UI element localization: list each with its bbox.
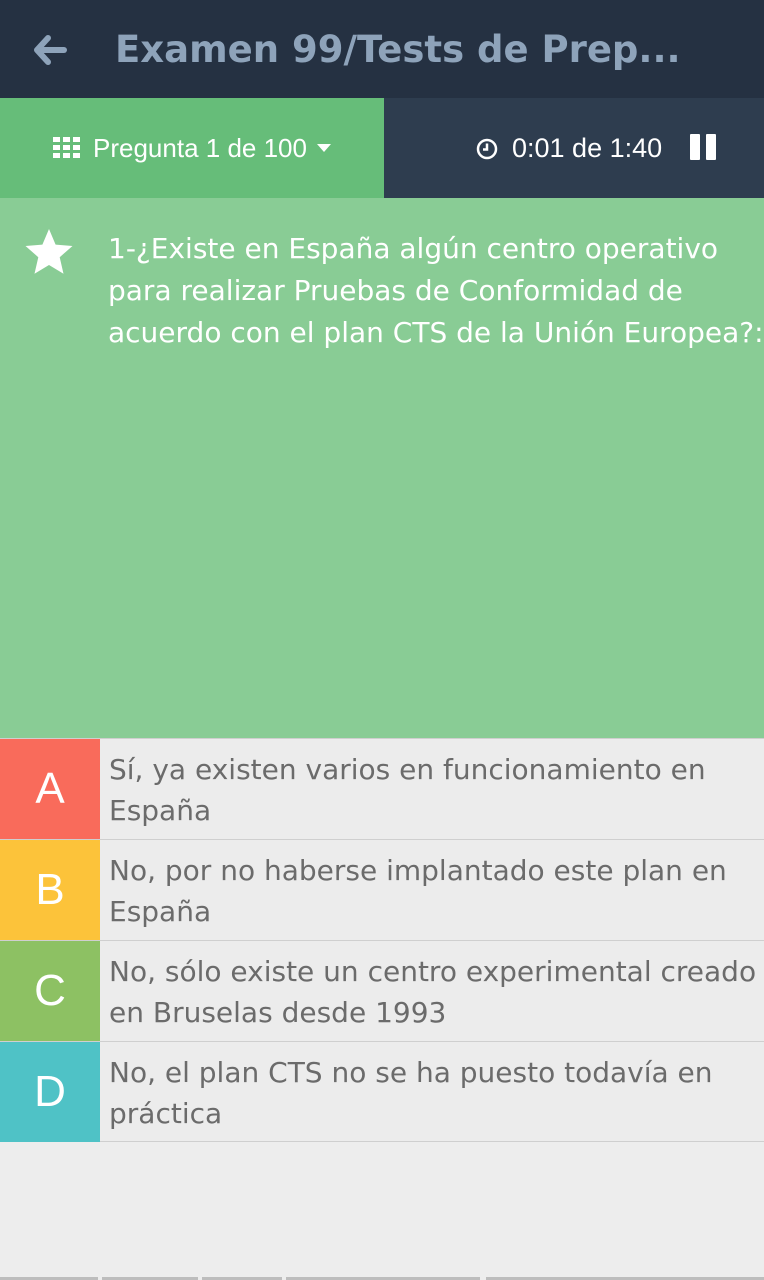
answer-option-b[interactable]: B No, por no haberse implantado este pla… bbox=[0, 839, 764, 940]
pause-button[interactable] bbox=[690, 134, 720, 162]
answer-text: Sí, ya existen varios en funcionamiento … bbox=[109, 753, 706, 827]
app-bar: Examen 99/Tests de Prep... bbox=[0, 0, 764, 98]
answer-letter: A bbox=[0, 739, 100, 839]
timer: 0:01 de 1:40 bbox=[384, 98, 764, 198]
favorite-button[interactable] bbox=[22, 226, 76, 280]
question-text: 1-¿Existe en España algún centro operati… bbox=[108, 232, 764, 349]
grid-icon bbox=[53, 137, 81, 159]
pause-icon bbox=[690, 134, 700, 160]
answer-option-d[interactable]: D No, el plan CTS no se ha puesto todaví… bbox=[0, 1041, 764, 1142]
answer-text: No, sólo existe un centro experimental c… bbox=[109, 955, 757, 1029]
page-title: Examen 99/Tests de Prep... bbox=[115, 28, 681, 71]
question-counter: Pregunta 1 de 100 bbox=[93, 132, 307, 163]
exam-screen: Examen 99/Tests de Prep... Pregunta 1 de… bbox=[0, 0, 764, 1280]
answer-letter: C bbox=[0, 941, 100, 1041]
star-icon bbox=[25, 229, 73, 274]
question-toolbar: Pregunta 1 de 100 0:01 de 1:40 bbox=[0, 98, 764, 198]
answer-option-a[interactable]: A Sí, ya existen varios en funcionamient… bbox=[0, 738, 764, 839]
question-selector-button[interactable]: Pregunta 1 de 100 bbox=[0, 98, 384, 198]
caret-down-icon bbox=[316, 144, 331, 152]
answer-list: A Sí, ya existen varios en funcionamient… bbox=[0, 738, 764, 1142]
timer-text: 0:01 de 1:40 bbox=[512, 133, 663, 163]
answer-letter: B bbox=[0, 840, 100, 940]
question-panel: 1-¿Existe en España algún centro operati… bbox=[0, 198, 764, 738]
clock-icon bbox=[476, 138, 498, 160]
arrow-left-icon bbox=[34, 35, 67, 65]
answer-text: No, por no haberse implantado este plan … bbox=[109, 854, 727, 928]
answer-option-c[interactable]: C No, sólo existe un centro experimental… bbox=[0, 940, 764, 1041]
answer-letter: D bbox=[0, 1042, 100, 1142]
answer-text: No, el plan CTS no se ha puesto todavía … bbox=[109, 1056, 713, 1130]
back-button[interactable] bbox=[22, 24, 78, 76]
